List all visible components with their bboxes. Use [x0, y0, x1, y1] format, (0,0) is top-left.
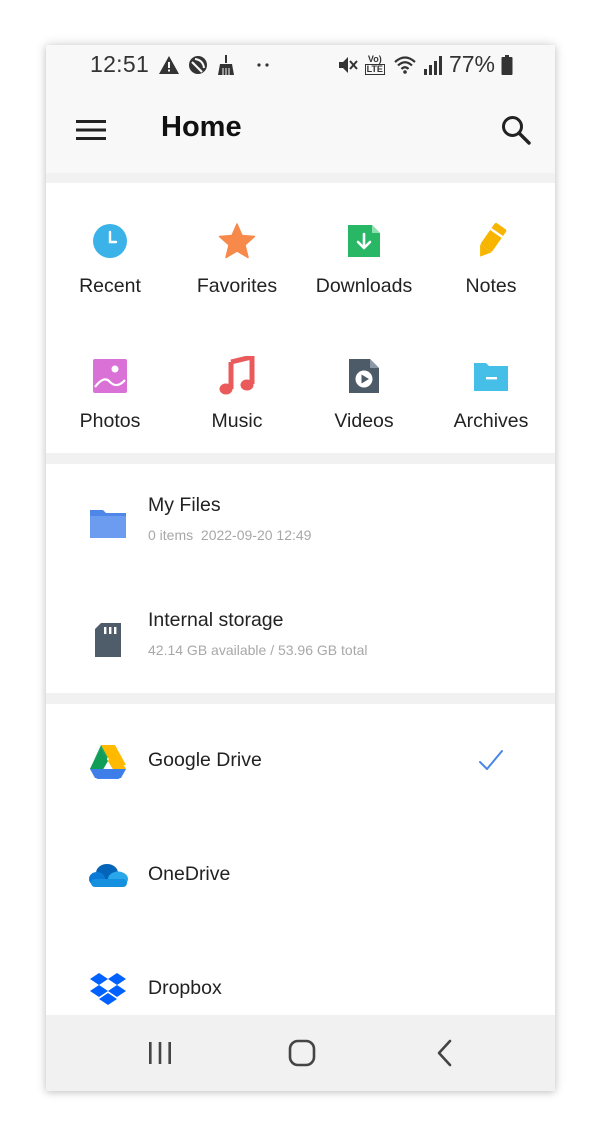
storage-card: My Files 0 items 2022-09-20 12:49 Intern… [46, 464, 555, 693]
category-label: Notes [465, 275, 517, 297]
battery-percent: 77% [448, 51, 495, 77]
category-favorites[interactable]: Favorites [174, 183, 300, 313]
dots-icon [257, 63, 269, 67]
photo-icon [93, 359, 127, 393]
phone-screen: 12:51 Vo) LTE 77% Home Recent Favorites … [46, 45, 555, 1091]
video-file-icon [349, 359, 379, 393]
blocked-icon [189, 56, 207, 74]
volte-top: Vo) [367, 53, 382, 64]
download-icon [348, 225, 380, 257]
cloud-card: Google Drive OneDrive Dropbox [46, 704, 555, 1015]
storage-row-my-files[interactable]: My Files 0 items 2022-09-20 12:49 [46, 464, 555, 578]
star-icon [218, 223, 256, 259]
page-title: Home [161, 111, 242, 143]
category-videos[interactable]: Videos [301, 318, 427, 448]
google-drive-icon [90, 745, 126, 779]
recent-apps-button[interactable] [120, 1015, 200, 1091]
category-archives[interactable]: Archives [428, 318, 554, 448]
wifi-icon [394, 55, 416, 74]
broom-icon [218, 55, 234, 75]
volte-bottom: LTE [364, 63, 385, 75]
status-left-icons [159, 55, 272, 75]
storage-row-internal[interactable]: Internal storage 42.14 GB available / 53… [46, 578, 555, 693]
navigation-bar [46, 1015, 555, 1091]
status-bar: 12:51 Vo) LTE 77% [46, 45, 555, 85]
category-label: Archives [453, 410, 529, 432]
category-recent[interactable]: Recent [47, 183, 173, 313]
checkmark-icon [479, 750, 503, 770]
cloud-row-google-drive[interactable]: Google Drive [46, 704, 555, 818]
category-label: Photos [79, 410, 141, 432]
row-title: Internal storage [148, 609, 284, 631]
cloud-row-onedrive[interactable]: OneDrive [46, 818, 555, 932]
categories-card: Recent Favorites Downloads Notes Photos … [46, 183, 555, 453]
status-time: 12:51 [90, 51, 150, 77]
category-downloads[interactable]: Downloads [301, 183, 427, 313]
dropbox-icon [90, 973, 126, 1005]
category-label: Recent [79, 275, 141, 297]
category-photos[interactable]: Photos [47, 318, 173, 448]
row-subtitle: 42.14 GB available / 53.96 GB total [148, 642, 368, 658]
hamburger-menu-icon [76, 120, 106, 140]
signal-icon [423, 55, 442, 75]
menu-button[interactable] [76, 119, 106, 141]
clock-icon [93, 224, 127, 258]
folder-icon [90, 510, 126, 538]
search-icon [502, 116, 531, 145]
app-bar [46, 85, 555, 173]
search-button[interactable] [500, 114, 532, 146]
row-title: Google Drive [148, 749, 262, 771]
category-notes[interactable]: Notes [428, 183, 554, 313]
category-music[interactable]: Music [174, 318, 300, 448]
archive-folder-icon [474, 363, 508, 391]
row-title: My Files [148, 494, 221, 516]
volte-icon: Vo) LTE [364, 53, 385, 75]
mute-vibrate-icon [338, 56, 358, 73]
back-button[interactable] [405, 1015, 485, 1091]
onedrive-icon [89, 864, 128, 887]
category-label: Downloads [315, 275, 413, 297]
sd-card-icon [95, 623, 121, 657]
row-title: Dropbox [148, 977, 222, 999]
status-right-icons: Vo) LTE 77% [337, 51, 513, 78]
category-label: Videos [334, 410, 394, 432]
category-label: Favorites [196, 275, 278, 297]
cloud-row-dropbox[interactable]: Dropbox [46, 932, 555, 1015]
home-icon [288, 1039, 316, 1067]
row-subtitle: 0 items 2022-09-20 12:49 [148, 527, 312, 543]
category-label: Music [211, 410, 263, 432]
home-button[interactable] [262, 1015, 342, 1091]
recent-apps-icon [149, 1042, 171, 1064]
battery-icon [501, 54, 513, 75]
warning-icon [159, 56, 179, 74]
music-note-icon [219, 356, 255, 395]
pencil-icon [480, 223, 507, 257]
row-title: OneDrive [148, 863, 231, 885]
back-icon [437, 1039, 452, 1067]
